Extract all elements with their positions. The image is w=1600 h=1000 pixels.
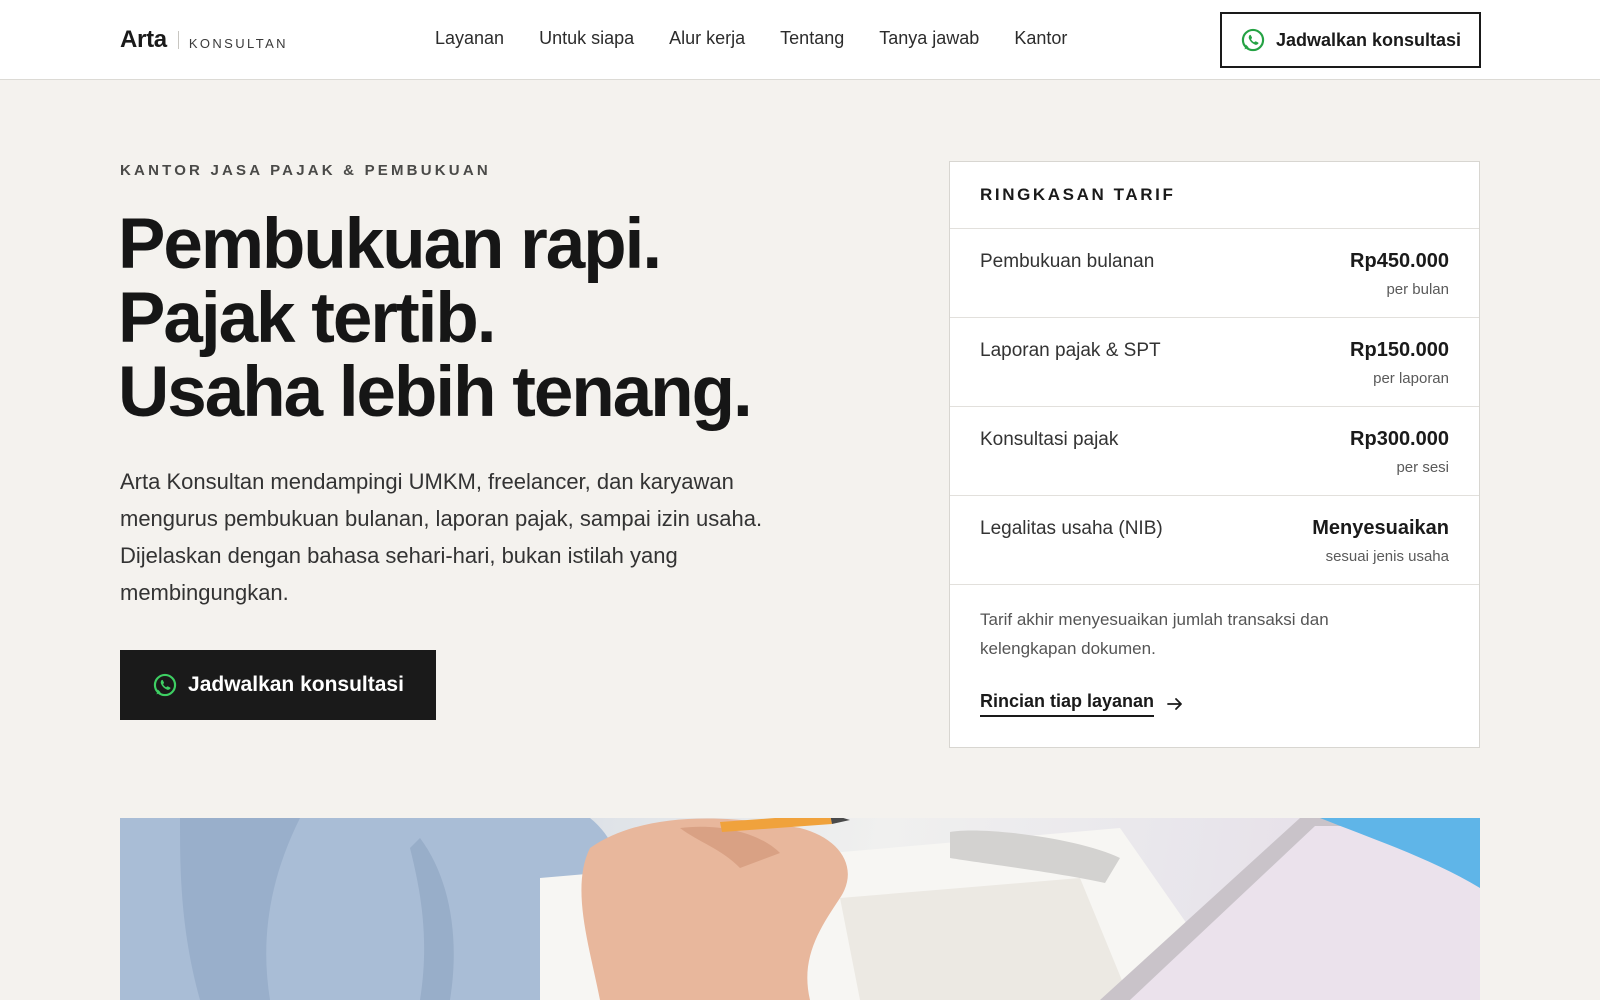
hero-photo [120,818,1480,1000]
price-value: Rp150.000 [1350,339,1449,361]
pricing-note: Tarif akhir menyesuaikan jumlah transaks… [980,610,1329,658]
nav-item-layanan[interactable]: Layanan [435,28,504,49]
hero-lead: Arta Konsultan mendampingi UMKM, freelan… [120,469,763,605]
headline-line-1: Pembukuan rapi. [118,205,662,284]
headline-line-3: Usaha lebih tenang. [118,353,753,432]
price-row: Legalitas usaha (NIB) Menyesuaikan sesua… [950,496,1479,585]
price-unit: per sesi [1396,459,1449,476]
price-unit: per laporan [1373,370,1449,387]
whatsapp-icon [152,672,178,698]
main-nav: Layanan Untuk siapa Alur kerja Tentang T… [435,28,1102,49]
whatsapp-icon [1240,27,1266,53]
logo-subtitle: KONSULTAN [188,35,288,51]
price-unit: per bulan [1386,281,1449,298]
headline-line-2: Pajak tertib. [118,279,497,358]
pricing-summary-card: RINGKASAN TARIF Pembukuan bulanan Rp450.… [949,161,1480,748]
price-row: Laporan pajak & SPT Rp150.000 per lapora… [950,318,1479,407]
nav-item-tanya-jawab[interactable]: Tanya jawab [879,28,979,49]
header-schedule-button[interactable]: Jadwalkan konsultasi [1220,12,1481,68]
price-row: Pembukuan bulanan Rp450.000 per bulan [950,229,1479,318]
logo-main: Arta [120,26,167,53]
pricing-title: RINGKASAN TARIF [950,162,1479,229]
price-value: Menyesuaikan [1312,517,1449,539]
nav-item-tentang[interactable]: Tentang [780,28,844,49]
site-header: Arta KONSULTAN Layanan Untuk siapa Alur … [0,0,1600,80]
price-name: Laporan pajak & SPT [980,340,1161,361]
price-value: Rp300.000 [1350,428,1449,450]
price-value: Rp450.000 [1350,250,1449,272]
hero-schedule-label: Jadwalkan konsultasi [188,673,404,696]
logo-divider [177,31,179,49]
pricing-details-label: Rincian tiap layanan [980,691,1155,717]
price-name: Legalitas usaha (NIB) [980,518,1163,539]
nav-item-kantor[interactable]: Kantor [1014,28,1067,49]
nav-item-untuk-siapa[interactable]: Untuk siapa [539,28,634,49]
price-name: Konsultasi pajak [980,429,1119,450]
logo[interactable]: Arta KONSULTAN [120,26,288,54]
hero-headline: Pembukuan rapi. Pajak tertib. Usaha lebi… [118,208,838,430]
price-name: Pembukuan bulanan [980,251,1155,272]
pricing-details-link[interactable]: Rincian tiap layanan [980,691,1184,717]
arrow-right-icon [1166,695,1184,713]
hero-eyebrow: KANTOR JASA PAJAK & PEMBUKUAN [120,162,491,179]
hero-schedule-button[interactable]: Jadwalkan konsultasi [120,650,436,720]
price-unit: sesuai jenis usaha [1325,548,1449,565]
nav-item-alur-kerja[interactable]: Alur kerja [669,28,745,49]
header-schedule-label: Jadwalkan konsultasi [1275,29,1462,50]
price-row: Konsultasi pajak Rp300.000 per sesi [950,407,1479,496]
